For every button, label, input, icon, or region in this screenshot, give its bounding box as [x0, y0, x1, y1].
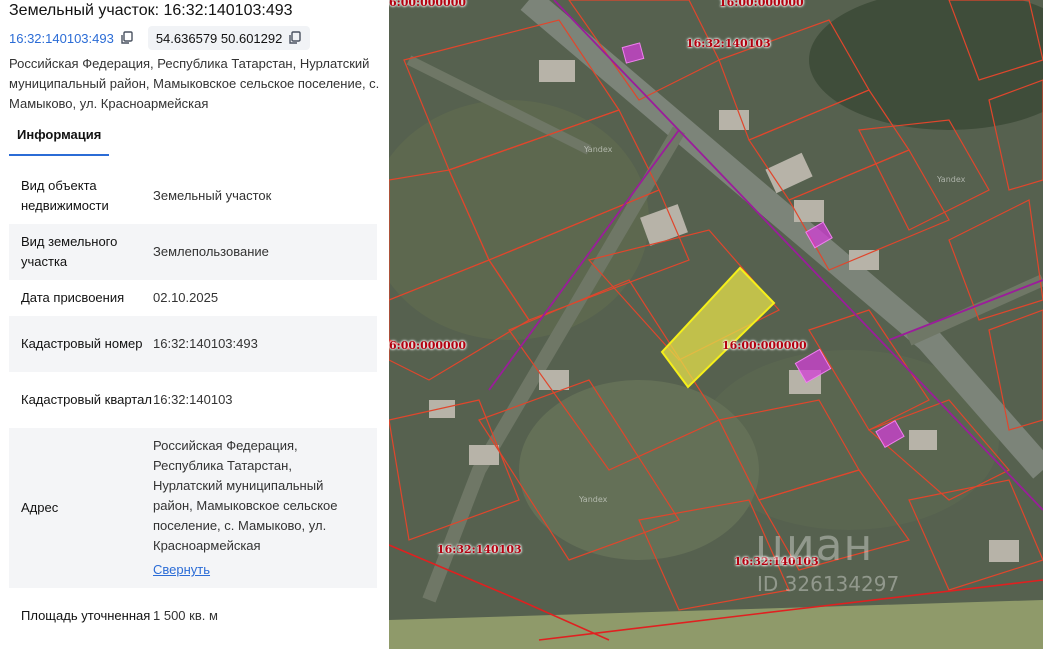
copy-icon[interactable] — [288, 31, 302, 45]
info-value: Российская Федерация, Республика Татарст… — [153, 436, 365, 580]
info-row: Дата присвоения 02.10.2025 — [9, 280, 377, 316]
info-row: Вид земельного участка Землепользование — [9, 224, 377, 280]
info-value: Землепользование — [153, 244, 269, 259]
coordinates-text: 54.636579 50.601292 — [155, 30, 283, 46]
map-label-zone: 6:00:000000 — [389, 0, 467, 9]
info-value: 1 500 кв. м — [153, 608, 218, 623]
tab-information[interactable]: Информация — [9, 122, 110, 156]
info-row: Площадь уточненная 1 500 кв. м — [9, 588, 377, 644]
info-value: Земельный участок — [153, 188, 272, 203]
yandex-tile-mark: Yandex — [579, 495, 608, 504]
map-label-zone: 16:00:000000 — [722, 339, 807, 352]
map-label-quarter: 16:32:140103 — [686, 37, 771, 50]
tab-bar: Информация — [9, 122, 379, 156]
field-patch — [519, 380, 759, 560]
info-label: Дата присвоения — [21, 290, 125, 305]
address-summary: Российская Федерация, Республика Татарст… — [9, 56, 380, 111]
info-label: Вид объекта недвижимости — [21, 178, 109, 213]
info-label: Площадь уточненная — [21, 608, 151, 623]
info-row: Кадастровый номер 16:32:140103:493 — [9, 316, 377, 372]
satellite-map[interactable]: 6:00:000000 16:00:000000 16:32:140103 6:… — [389, 0, 1043, 649]
yandex-tile-mark: Yandex — [937, 175, 966, 184]
info-row: Кадастровый квартал 16:32:140103 — [9, 372, 377, 428]
info-row-address: Адрес Российская Федерация, Республика Т… — [9, 428, 377, 588]
cadastral-number-text: 16:32:140103:493 — [9, 30, 114, 46]
address-full: Российская Федерация, Республика Татарст… — [153, 438, 338, 553]
map-label-zone: 16:00:000000 — [719, 0, 804, 9]
cadastral-number-link[interactable]: 16:32:140103:493 — [9, 31, 134, 46]
info-label: Вид земельного участка — [21, 234, 118, 269]
coordinates-chip[interactable]: 54.636579 50.601292 — [147, 26, 311, 50]
cian-watermark: циан — [755, 520, 874, 571]
collapse-link[interactable]: Свернуть — [153, 560, 210, 580]
copy-icon[interactable] — [120, 31, 134, 45]
yandex-tile-mark: Yandex — [584, 145, 613, 154]
info-label: Адрес — [21, 500, 59, 515]
info-row: Вид объекта недвижимости Земельный участ… — [9, 168, 377, 224]
info-value: 16:32:140103 — [153, 392, 233, 407]
info-value: 16:32:140103:493 — [153, 336, 258, 351]
cian-watermark-id: ID 326134297 — [757, 572, 900, 596]
identifier-row: 16:32:140103:493 54.636579 50.601292 — [9, 26, 311, 50]
info-label: Кадастровый номер — [21, 336, 143, 351]
map-label-zone: 6:00:000000 — [389, 339, 467, 352]
info-panel: Земельный участок: 16:32:140103:493 16:3… — [0, 0, 389, 649]
info-table: Вид объекта недвижимости Земельный участ… — [9, 168, 377, 644]
info-value: 02.10.2025 — [153, 290, 219, 305]
info-label: Кадастровый квартал — [21, 392, 152, 407]
map-label-quarter: 16:32:140103 — [437, 543, 522, 556]
page-title: Земельный участок: 16:32:140103:493 — [9, 2, 293, 19]
